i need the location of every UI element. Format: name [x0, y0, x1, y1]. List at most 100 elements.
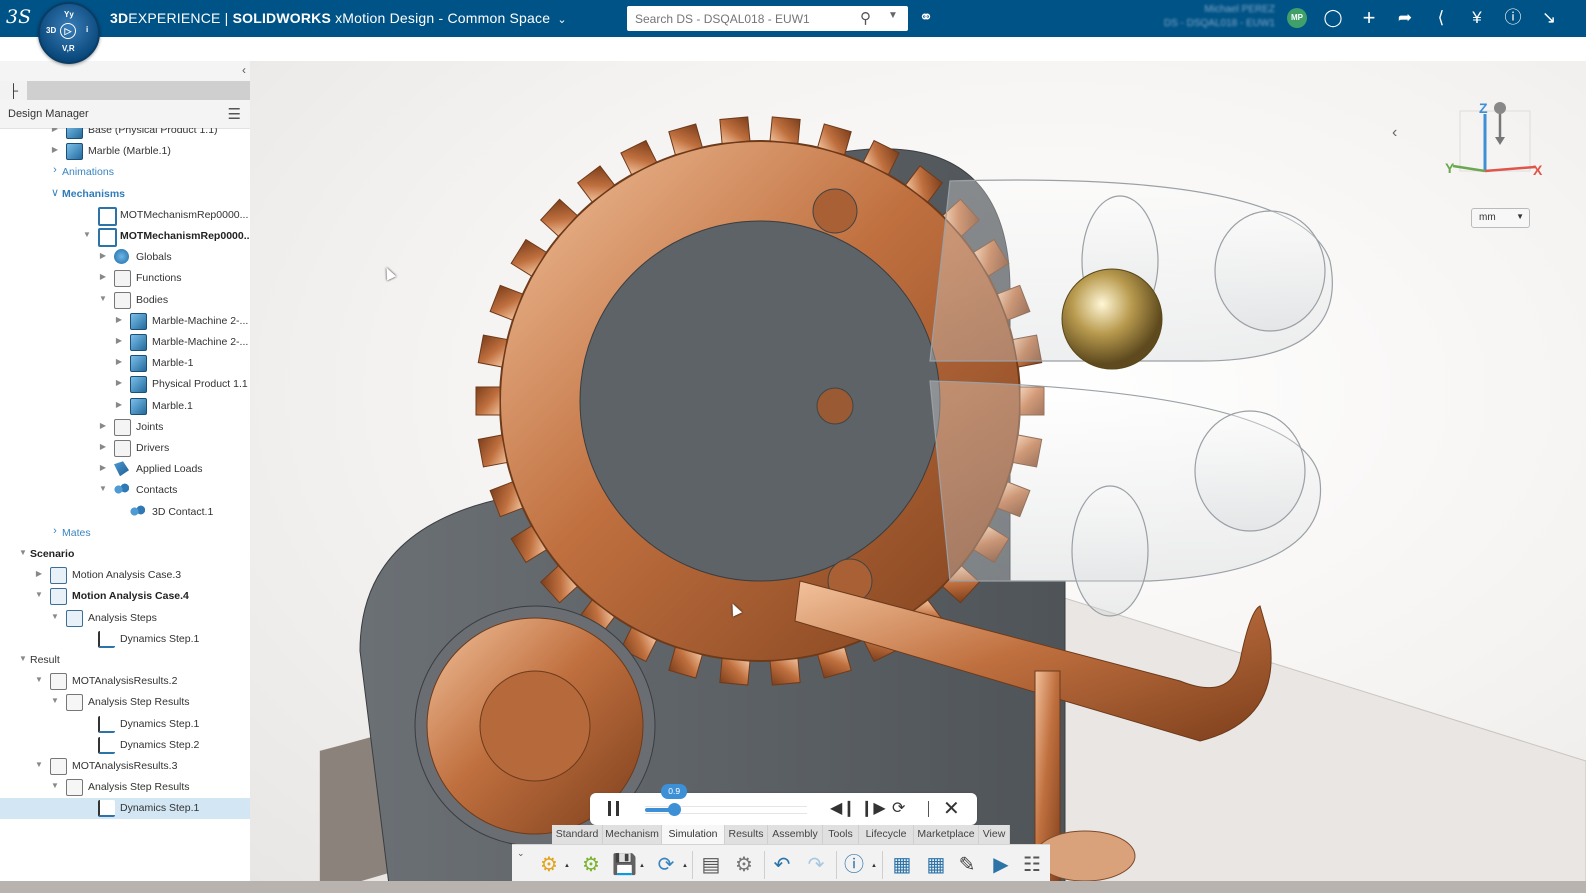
tree-node[interactable]: 3D Contact.1	[0, 502, 250, 523]
dropdown-arrow-icon[interactable]: ▲	[639, 863, 645, 869]
tree-node[interactable]: ∨ Mechanisms	[0, 184, 250, 205]
collapse-toggle-icon[interactable]: ▶	[114, 400, 124, 409]
close-player-button[interactable]: ✕	[943, 799, 960, 819]
tree-node[interactable]: ▶ Marble.1	[0, 396, 250, 417]
collapse-toggle-icon[interactable]: ▶	[114, 378, 124, 387]
collapse-toggle-icon[interactable]: ▶	[34, 569, 44, 578]
tree-node[interactable]: MOTMechanismRep0000...	[0, 205, 250, 226]
share-icon[interactable]: ➦	[1394, 8, 1416, 28]
collapse-toggle-icon[interactable]: ▶	[98, 442, 108, 451]
avatar[interactable]: MP	[1287, 8, 1307, 28]
ds-logo-icon[interactable]: 3S	[6, 6, 31, 28]
tab-results[interactable]: Results	[725, 825, 768, 844]
search-options-chevron-icon[interactable]: ▼	[888, 10, 898, 21]
dropdown-arrow-icon[interactable]: ▲	[682, 863, 688, 869]
tree-node[interactable]: ▼ Analysis Step Results	[0, 777, 250, 798]
3d-viewport[interactable]: ‹ Z X Y mm ▼	[250, 61, 1586, 893]
expand-toggle-icon[interactable]: ∨	[50, 186, 60, 199]
expand-toggle-icon[interactable]: ▼	[82, 230, 92, 239]
tree-node[interactable]: › Animations	[0, 162, 250, 183]
tree-node[interactable]: ▶ Marble-Machine 2-...	[0, 332, 250, 353]
mechanism-rep-icon[interactable]: ▦	[924, 853, 948, 877]
chevron-left-icon[interactable]: ‹	[1392, 124, 1397, 142]
collapse-toggle-icon[interactable]: ▶	[114, 357, 124, 366]
timeline-handle[interactable]	[668, 803, 682, 816]
collapse-icon[interactable]: ↘	[1538, 8, 1560, 28]
redo-icon[interactable]: ↷	[804, 853, 828, 877]
simulate-icon[interactable]: ▶	[989, 853, 1013, 877]
view-cube[interactable]: Z X Y	[1445, 99, 1545, 184]
tab-lifecycle[interactable]: Lifecycle	[859, 825, 914, 844]
expand-toggle-icon[interactable]: ▼	[34, 590, 44, 599]
copy-properties-icon[interactable]: ▤	[699, 853, 723, 877]
collapse-toggle-icon[interactable]: ▶	[98, 272, 108, 281]
tree-node[interactable]: Dynamics Step.1	[0, 714, 250, 735]
step-forward-button[interactable]: ❙▶	[860, 799, 886, 819]
social-icon[interactable]: ⟨	[1430, 8, 1452, 28]
sync-icon[interactable]: ⟳	[654, 853, 678, 877]
tree-node[interactable]: ▶ Motion Analysis Case.3	[0, 565, 250, 586]
tab-mechanism[interactable]: Mechanism	[603, 825, 662, 844]
pause-button[interactable]	[608, 801, 619, 816]
tree-node[interactable]: Dynamics Step.1	[0, 798, 250, 820]
tab-assembly[interactable]: Assembly	[768, 825, 823, 844]
step-back-button[interactable]: ◀❙	[830, 799, 856, 819]
tab-tools[interactable]: Tools	[823, 825, 859, 844]
save-icon[interactable]: 💾	[612, 853, 637, 877]
expand-toggle-icon[interactable]: ▼	[50, 696, 60, 705]
collapse-toggle-icon[interactable]: ▶	[114, 315, 124, 324]
tree-node[interactable]: ▼ MOTAnalysisResults.2	[0, 671, 250, 692]
update-icon[interactable]: ⚙	[537, 853, 561, 877]
tab-view[interactable]: View	[979, 825, 1010, 844]
dropdown-arrow-icon[interactable]: ▲	[871, 863, 877, 869]
tree-node[interactable]: ▶ Marble-Machine 2-...	[0, 311, 250, 332]
expand-toggle-icon[interactable]: ▼	[18, 654, 28, 663]
undo-icon[interactable]: ↶	[770, 853, 794, 877]
expand-toggle-icon[interactable]: ▼	[34, 760, 44, 769]
tree-node[interactable]: ▶ Functions	[0, 268, 250, 289]
expand-toggle-icon[interactable]: ▼	[98, 294, 108, 303]
loop-button[interactable]: ⟳	[892, 799, 905, 819]
expand-toggle-icon[interactable]: ▼	[98, 484, 108, 493]
play-icon[interactable]: ▷	[60, 23, 76, 39]
timeline-slider[interactable]: 0.9	[645, 784, 807, 816]
tree-node[interactable]: ▶ Physical Product 1.1	[0, 374, 250, 395]
tree-node[interactable]: ▶ Marble (Marble.1)	[0, 141, 250, 162]
tab-marketplace[interactable]: Marketplace	[914, 825, 979, 844]
compass-widget[interactable]: Yy 3D i V,R ▷	[38, 2, 100, 64]
tree-node[interactable]: ▼ Bodies	[0, 290, 250, 311]
edit-sketch-icon[interactable]: ✎	[955, 853, 979, 877]
help-icon[interactable]: ⓘ	[1502, 8, 1524, 28]
tree-node[interactable]: ▼ Analysis Step Results	[0, 692, 250, 713]
search-input[interactable]	[633, 9, 852, 29]
hamburger-menu-icon[interactable]: ☰	[228, 105, 241, 123]
dropdown-arrow-icon[interactable]: ▲	[564, 863, 570, 869]
update-all-icon[interactable]: ⚙	[579, 853, 603, 877]
collapse-toggle-icon[interactable]: ▶	[98, 463, 108, 472]
tree-node[interactable]: ▼ MOTAnalysisResults.3	[0, 756, 250, 777]
collapse-toggle-icon[interactable]: ▶	[98, 421, 108, 430]
tree-node[interactable]: ▶ Marble-1	[0, 353, 250, 374]
add-icon[interactable]: +	[1358, 7, 1380, 29]
mechanism-icon[interactable]: ▦	[890, 853, 914, 877]
expand-toggle-icon[interactable]: ▼	[50, 781, 60, 790]
tree-node[interactable]: ▼ Scenario	[0, 544, 250, 565]
collapse-toggle-icon[interactable]: ▶	[114, 336, 124, 345]
3d-scene[interactable]	[250, 61, 1586, 893]
expand-toggle-icon[interactable]: ▼	[34, 675, 44, 684]
chevron-down-icon[interactable]: ⌄	[557, 14, 566, 26]
tree-node[interactable]: Dynamics Step.2	[0, 735, 250, 756]
expand-toggle-icon[interactable]: ▼	[18, 548, 28, 557]
compass-apps-icon[interactable]: ¥	[1466, 8, 1488, 28]
tree-node[interactable]: ▶ Applied Loads	[0, 459, 250, 480]
collapse-toggle-icon[interactable]: ›	[50, 525, 60, 537]
report-icon[interactable]: ☷	[1020, 853, 1044, 877]
tree-tab-icon[interactable]: ├	[0, 81, 27, 100]
user-info[interactable]: Michael PEREZ DS - DSQAL018 - EUW1	[1115, 3, 1275, 31]
tree-node[interactable]: ▶ Joints	[0, 417, 250, 438]
tree-node[interactable]: ▼ Contacts	[0, 480, 250, 501]
tree-node[interactable]: › Mates	[0, 523, 250, 544]
tree-node[interactable]: ▼ Analysis Steps	[0, 608, 250, 629]
notifications-icon[interactable]: ◯	[1322, 8, 1344, 28]
action-bar-collapse-icon[interactable]: ⌄	[517, 848, 525, 859]
